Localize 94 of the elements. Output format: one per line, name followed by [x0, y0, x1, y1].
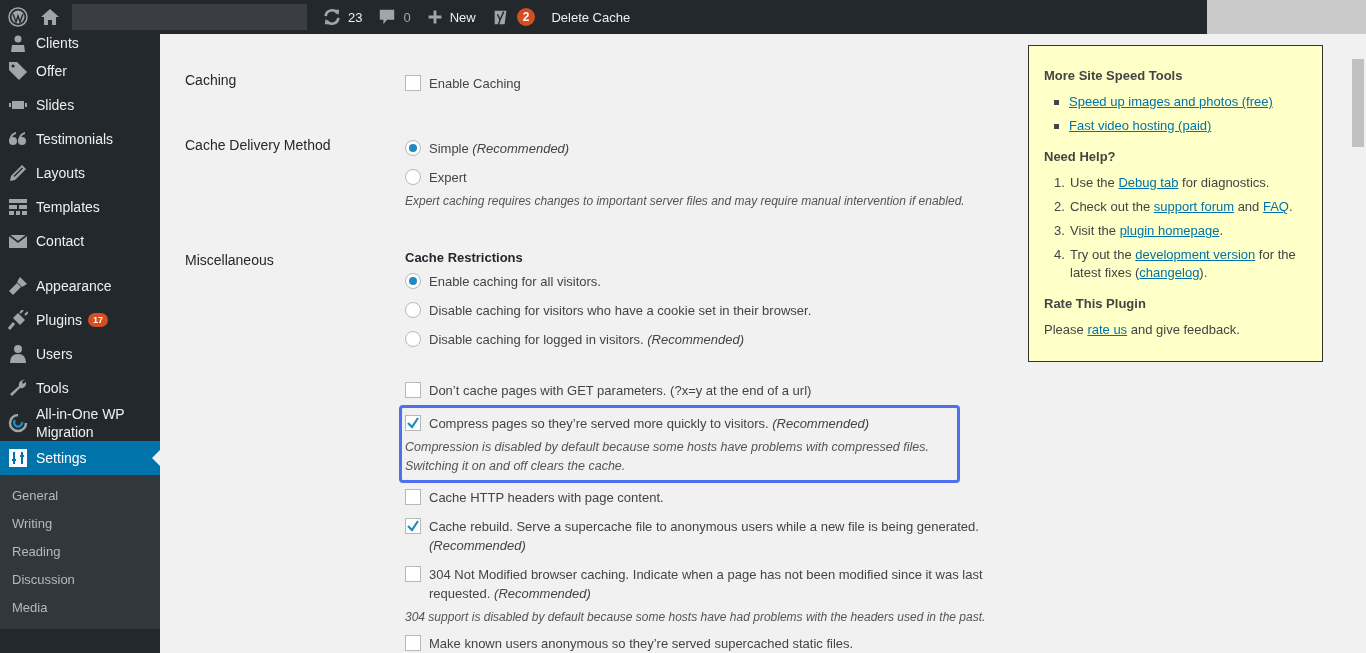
checkbox-label[interactable]: Compress pages so they’re served more quickly to visitors. (Recommended): [429, 414, 869, 433]
radio-label[interactable]: Disable caching for visitors who have a cookie set in their browser.: [429, 301, 812, 320]
menu-item[interactable]: All-in-One WP Migration: [0, 405, 160, 441]
person-icon: [8, 34, 28, 54]
checkbox[interactable]: [405, 382, 421, 398]
description-text: Expert caching requires changes to important server files and may require manual intervention if enabled.: [405, 193, 966, 210]
checkbox-label[interactable]: Enable Caching: [429, 74, 521, 93]
checkbox[interactable]: [405, 415, 421, 431]
radio-button[interactable]: [405, 331, 421, 347]
help-text: Try out the development version for the latest fixes (changelog).: [1070, 246, 1297, 282]
submenu-item[interactable]: Media: [0, 594, 160, 622]
new-link[interactable]: New: [426, 9, 476, 25]
panel-heading: Rate This Plugin: [1044, 296, 1147, 311]
menu-item[interactable]: Settings: [0, 441, 160, 475]
grid-icon: [8, 197, 28, 217]
submenu-item[interactable]: General: [0, 482, 160, 510]
plug-icon: [8, 310, 28, 330]
checkbox[interactable]: [405, 75, 421, 91]
bullet-icon: [1054, 100, 1059, 105]
description-text: Compression is disabled by default because some hosts have problems with compressed files. Switching it on and off clears the cache.: [405, 439, 930, 475]
tag-icon: [8, 61, 28, 81]
count-badge: 17: [87, 313, 108, 327]
brush-icon: [8, 276, 28, 296]
checkbox[interactable]: [405, 635, 421, 651]
menu-item[interactable]: Slides: [0, 88, 160, 122]
user-icon: [8, 344, 28, 364]
bullet-icon: [1054, 124, 1059, 129]
radio-button[interactable]: [405, 302, 421, 318]
menu-item[interactable]: Plugins 17: [0, 303, 160, 337]
menu-item[interactable]: Offer: [0, 54, 160, 88]
refresh-icon: [8, 413, 28, 433]
checkbox-label[interactable]: Don’t cache pages with GET parameters. (?x=y at the end of a url): [429, 381, 812, 400]
menu-item[interactable]: Contact: [0, 224, 160, 258]
radio-button[interactable]: [405, 273, 421, 289]
comment-icon: [378, 8, 397, 26]
checkbox-label[interactable]: 304 Not Modified browser caching. Indicate when a page has not been modified since it was last requested. (Recommended): [429, 565, 1015, 603]
list-number: 2.: [1054, 198, 1066, 216]
help-text: Check out the support forum and FAQ.: [1070, 198, 1293, 216]
checkbox-label[interactable]: Make known users anonymous so they’re served supercached static files.: [429, 634, 854, 653]
link[interactable]: development version: [1135, 247, 1256, 262]
plus-icon: [426, 9, 443, 25]
link[interactable]: rate us: [1087, 322, 1128, 337]
menu-item[interactable]: Testimonials: [0, 122, 160, 156]
scrollbar-thumb[interactable]: [1351, 59, 1364, 147]
pencil-icon: [8, 163, 28, 183]
list-number: 1.: [1054, 174, 1066, 192]
menu-item[interactable]: Clients: [0, 34, 160, 54]
updates-link[interactable]: 23: [323, 8, 363, 26]
panel-heading: More Site Speed Tools: [1044, 68, 1184, 83]
list-number: 3.: [1054, 222, 1066, 240]
sliders-icon: [8, 448, 28, 468]
radio-label[interactable]: Simple (Recommended): [429, 139, 570, 158]
wrench-icon: [8, 378, 28, 398]
delete-cache-link[interactable]: Delete Cache: [551, 9, 631, 25]
link[interactable]: Debug tab: [1118, 175, 1179, 190]
help-text: Use the Debug tab for diagnostics.: [1070, 174, 1270, 192]
link[interactable]: FAQ: [1262, 199, 1289, 214]
checkbox[interactable]: [405, 566, 421, 582]
comments-link[interactable]: 0: [378, 8, 411, 26]
menu-item[interactable]: Users: [0, 337, 160, 371]
panel-heading: Need Help?: [1044, 149, 1117, 164]
radio-label[interactable]: Disable caching for logged in visitors. (Recommended): [429, 330, 745, 349]
checkbox[interactable]: [405, 489, 421, 505]
section-heading: Cache Restrictions: [405, 249, 524, 267]
menu-item[interactable]: Tools: [0, 371, 160, 405]
radio-label[interactable]: Expert: [429, 168, 467, 187]
setting-label: Cache Delivery Method: [185, 136, 332, 155]
menu-item[interactable]: Templates: [0, 190, 160, 224]
submenu-item[interactable]: Writing: [0, 510, 160, 538]
refresh-icon: [323, 8, 341, 26]
count-badge: 2: [516, 8, 536, 26]
link[interactable]: support forum: [1153, 199, 1235, 214]
link[interactable]: Speed up images and photos (free): [1069, 94, 1273, 109]
checkbox-label[interactable]: Cache HTTP headers with page content.: [429, 488, 664, 507]
radio-label[interactable]: Enable caching for all visitors.: [429, 272, 601, 291]
radio-button[interactable]: [405, 169, 421, 185]
list-number: 4.: [1054, 246, 1066, 264]
checkbox[interactable]: [405, 518, 421, 534]
link[interactable]: Fast video hosting (paid): [1069, 118, 1212, 133]
logo-icon[interactable]: [8, 7, 28, 27]
link[interactable]: changelog: [1139, 265, 1200, 280]
submenu-item[interactable]: Reading: [0, 538, 160, 566]
home-icon[interactable]: [40, 7, 60, 27]
menu-item[interactable]: Appearance: [0, 269, 160, 303]
radio-button[interactable]: [405, 140, 421, 156]
submenu-item[interactable]: Discussion: [0, 566, 160, 594]
help-text: Please rate us and give feedback.: [1044, 321, 1240, 339]
help-text: Visit the plugin homepage.: [1070, 222, 1223, 240]
checkbox-label[interactable]: Cache rebuild. Serve a supercache file to anonymous users while a new file is being generated. (Recommended): [429, 517, 1015, 555]
setting-label: Caching: [185, 71, 238, 90]
description-text: 304 support is disabled by default because some hosts have had problems with the headers used in the past.: [405, 609, 987, 626]
setting-label: Miscellaneous: [185, 251, 275, 270]
menu-item[interactable]: Layouts: [0, 156, 160, 190]
seo-link[interactable]: 2: [491, 7, 536, 27]
